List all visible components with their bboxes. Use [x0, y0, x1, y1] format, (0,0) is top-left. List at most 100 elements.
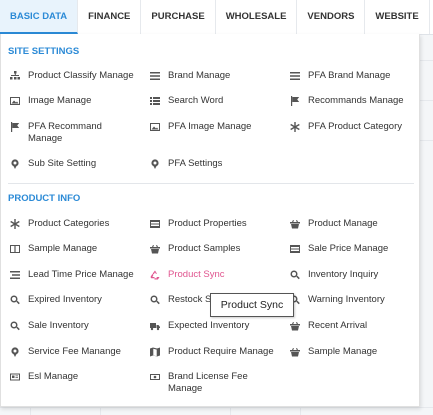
menu-item-pfa-brand-manage[interactable]: PFA Brand Manage: [289, 70, 424, 82]
asterisk-icon: [289, 121, 300, 132]
menu-item-search-word[interactable]: Search Word: [149, 95, 284, 107]
menu-item-label: Expired Inventory: [28, 294, 102, 305]
menu-item-pfa-product-category[interactable]: PFA Product Category: [289, 121, 424, 133]
menu-item-label: PFA Brand Manage: [308, 70, 391, 81]
recycle-icon: [149, 269, 160, 280]
card-icon: [9, 371, 20, 382]
map-icon: [149, 346, 160, 357]
pin-icon: [9, 158, 20, 169]
search-icon: [149, 294, 160, 305]
list-icon: [149, 95, 160, 106]
menu-item-recent-arrival[interactable]: Recent Arrival: [289, 320, 424, 332]
menu-item-esl-manage[interactable]: Esl Manage: [9, 371, 144, 383]
menu-item-label: PFA Image Manage: [168, 121, 252, 132]
money-icon: [149, 371, 160, 382]
tab-finance[interactable]: FINANCE: [78, 0, 142, 34]
image-icon: [149, 121, 160, 132]
menu-item-product-properties[interactable]: Product Properties: [149, 218, 284, 230]
flag-icon: [9, 121, 20, 132]
image-icon: [9, 95, 20, 106]
menu-item-label: Recommands Manage: [308, 95, 404, 106]
menu-item-label: Restock S: [168, 294, 212, 305]
tab-vendors[interactable]: VENDORS: [297, 0, 366, 34]
list-icon: [9, 269, 20, 280]
bars-icon: [289, 70, 300, 81]
basket-icon: [289, 320, 300, 331]
menu-item-product-sync[interactable]: Product Sync: [149, 269, 284, 281]
menu-item-label: Service Fee Manange: [28, 346, 121, 357]
menu-item-label: Sale Price Manage: [308, 243, 389, 254]
truck-icon: [149, 320, 160, 331]
search-icon: [9, 320, 20, 331]
menu-item-sample-manage[interactable]: Sample Manage: [9, 243, 144, 255]
basket-icon: [149, 243, 160, 254]
menu-item-brand-license-fee-manage[interactable]: Brand License Fee Manage: [149, 371, 284, 395]
section-divider: [8, 183, 414, 184]
sitemap-icon: [9, 70, 20, 81]
menu-item-label: Brand Manage: [168, 70, 231, 81]
search-icon: [289, 269, 300, 280]
table-icon: [149, 218, 160, 229]
menu-item-label: Sample Manage: [308, 346, 378, 357]
bars-icon: [149, 70, 160, 81]
menu-item-pfa-settings[interactable]: PFA Settings: [149, 158, 284, 170]
menu-item-label: Product Manage: [308, 218, 378, 229]
site-settings-title: SITE SETTINGS: [8, 46, 80, 57]
menu-item-label: PFA Product Category: [308, 121, 402, 132]
tab-purchase[interactable]: PURCHASE: [141, 0, 216, 34]
menu-item-sale-inventory[interactable]: Sale Inventory: [9, 320, 144, 332]
menu-item-recommands-manage[interactable]: Recommands Manage: [289, 95, 424, 107]
menu-item-warning-inventory[interactable]: Warning Inventory: [289, 294, 424, 306]
background-row-line: [0, 407, 433, 408]
top-nav: BASIC DATA FINANCE PURCHASE WHOLESALE VE…: [0, 0, 433, 35]
tab-basic-data[interactable]: BASIC DATA: [0, 0, 79, 34]
menu-item-label: Sub Site Setting: [28, 158, 97, 169]
menu-item-sub-site-setting[interactable]: Sub Site Setting: [9, 158, 144, 170]
menu-item-label: Brand License Fee Manage: [168, 371, 248, 394]
menu-item-expected-inventory[interactable]: Expected Inventory: [149, 320, 284, 332]
menu-item-lead-time-price-manage[interactable]: Lead Time Price Manage: [9, 269, 144, 281]
basket-icon: [289, 218, 300, 229]
search-minus-icon: [9, 294, 20, 305]
basic-data-dropdown: SITE SETTINGS Product Classify Manage Br…: [0, 34, 420, 407]
menu-item-label: Search Word: [168, 95, 224, 106]
menu-item-label: Product Properties: [168, 218, 247, 229]
menu-item-inventory-inquiry[interactable]: Inventory Inquiry: [289, 269, 424, 281]
menu-item-sample-manage-2[interactable]: Sample Manage: [289, 346, 424, 358]
menu-item-brand-manage[interactable]: Brand Manage: [149, 70, 284, 82]
menu-item-product-classify-manage[interactable]: Product Classify Manage: [9, 70, 144, 82]
asterisk-icon: [9, 218, 20, 229]
menu-item-label: Expected Inventory: [168, 320, 250, 331]
tab-website[interactable]: WEBSITE: [365, 0, 430, 34]
menu-item-label: Product Classify Manage: [28, 70, 134, 81]
menu-item-label: Sample Manage: [28, 243, 98, 254]
columns-icon: [9, 243, 20, 254]
menu-item-pfa-recommand-manage[interactable]: PFA Recommand Manage: [9, 121, 144, 145]
menu-item-label: Inventory Inquiry: [308, 269, 379, 280]
menu-item-label: Esl Manage: [28, 371, 79, 382]
menu-item-product-require-manage[interactable]: Product Require Manage: [149, 346, 284, 358]
menu-item-label: PFA Recommand Manage: [28, 121, 102, 144]
menu-item-label: Recent Arrival: [308, 320, 368, 331]
table-icon: [289, 243, 300, 254]
pin-icon: [9, 346, 20, 357]
product-info-title: PRODUCT INFO: [8, 193, 81, 204]
menu-item-label: Warning Inventory: [308, 294, 385, 305]
menu-item-product-manage[interactable]: Product Manage: [289, 218, 424, 230]
menu-item-sale-price-manage[interactable]: Sale Price Manage: [289, 243, 424, 255]
menu-item-label: Sale Inventory: [28, 320, 89, 331]
menu-item-product-categories[interactable]: Product Categories: [9, 218, 144, 230]
flag-icon: [289, 95, 300, 106]
menu-item-pfa-image-manage[interactable]: PFA Image Manage: [149, 121, 284, 133]
menu-item-label: Product Categories: [28, 218, 110, 229]
menu-item-label: PFA Settings: [168, 158, 223, 169]
menu-item-label: Product Require Manage: [168, 346, 274, 357]
menu-item-product-samples[interactable]: Product Samples: [149, 243, 284, 255]
menu-item-image-manage[interactable]: Image Manage: [9, 95, 144, 107]
menu-item-service-fee-manange[interactable]: Service Fee Manange: [9, 346, 144, 358]
menu-item-label: Lead Time Price Manage: [28, 269, 134, 280]
pin-icon: [149, 158, 160, 169]
tab-wholesale[interactable]: WHOLESALE: [216, 0, 298, 34]
menu-item-expired-inventory[interactable]: Expired Inventory: [9, 294, 144, 306]
product-sync-tooltip: Product Sync: [210, 293, 294, 317]
